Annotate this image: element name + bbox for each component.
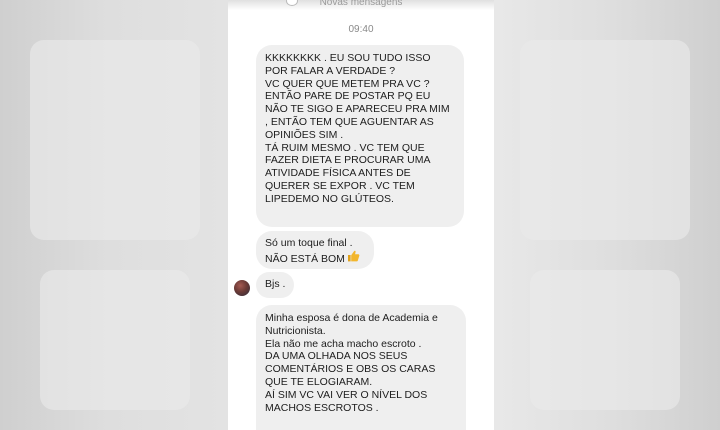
message-timestamp: 09:40 [348,24,374,35]
message-text: NÃO ESTÁ BOM [265,252,345,265]
avatar[interactable] [234,280,250,296]
message-line: AÍ SIM VC VAI VER O NÍVEL DOS [265,388,428,401]
message-line: QUERER SE EXPOR . VC TEM [265,179,415,192]
message-line: Nutricionista. [265,324,326,337]
message-line: Bjs . [265,278,286,290]
thumbs-up-icon [347,250,360,266]
message-line: KKKKKKKK . EU SOU TUDO ISSO [265,52,431,64]
message-bubble[interactable]: Bjs . [256,272,294,298]
message-line: COMENTÁRIOS E OBS OS CARAS [265,363,436,376]
message-bubble[interactable]: KKKKKKKK . EU SOU TUDO ISSO POR FALAR A … [256,45,464,227]
message-line: Só um toque final . [265,237,353,249]
message-line: NÃO ESTÁ BOM [265,250,366,266]
message-line: DA UMA OLHADA NOS SEUS [265,350,408,363]
message-line: OPINIÕES SIM . [265,128,344,141]
new-messages-label: Novas mensagens [319,0,403,8]
chat-screen: Novas mensagens 09:40 KKKKKKKK . EU SOU … [228,0,494,430]
message-line: LIPEDEMO NO GLÚTEOS. [265,192,394,205]
message-bubble[interactable]: Minha esposa é dona de Academia e Nutric… [256,305,466,430]
message-line: , ENTÃO TEM QUE AGUENTAR AS [265,115,434,128]
message-line: VC QUER QUE METEM PRA VC ? [265,77,430,90]
message-line: Minha esposa é dona de Academia e [265,312,438,324]
message-bubble[interactable]: Só um toque final . NÃO ESTÁ BOM [256,231,374,269]
message-line: TÁ RUIM MESMO . VC TEM QUE [265,141,425,154]
blurred-background-shape [530,270,680,410]
message-line: ATIVIDADE FÍSICA ANTES DE [265,167,411,180]
message-line: MACHOS ESCROTOS . [265,401,379,414]
message-line: Ela não me acha macho escroto . [265,337,422,350]
message-line: NÃO TE SIGO E APARECEU PRA MIM [265,103,450,116]
message-line: ENTÃO PARE DE POSTAR PQ EU [265,90,431,103]
blurred-background-shape [40,270,190,410]
blurred-background-shape [30,40,200,240]
blurred-background-shape [520,40,690,240]
message-line: FAZER DIETA E PROCURAR UMA [265,154,431,167]
message-line: POR FALAR A VERDADE ? [265,64,396,77]
message-line: QUE TE ELOGIARAM. [265,375,373,388]
